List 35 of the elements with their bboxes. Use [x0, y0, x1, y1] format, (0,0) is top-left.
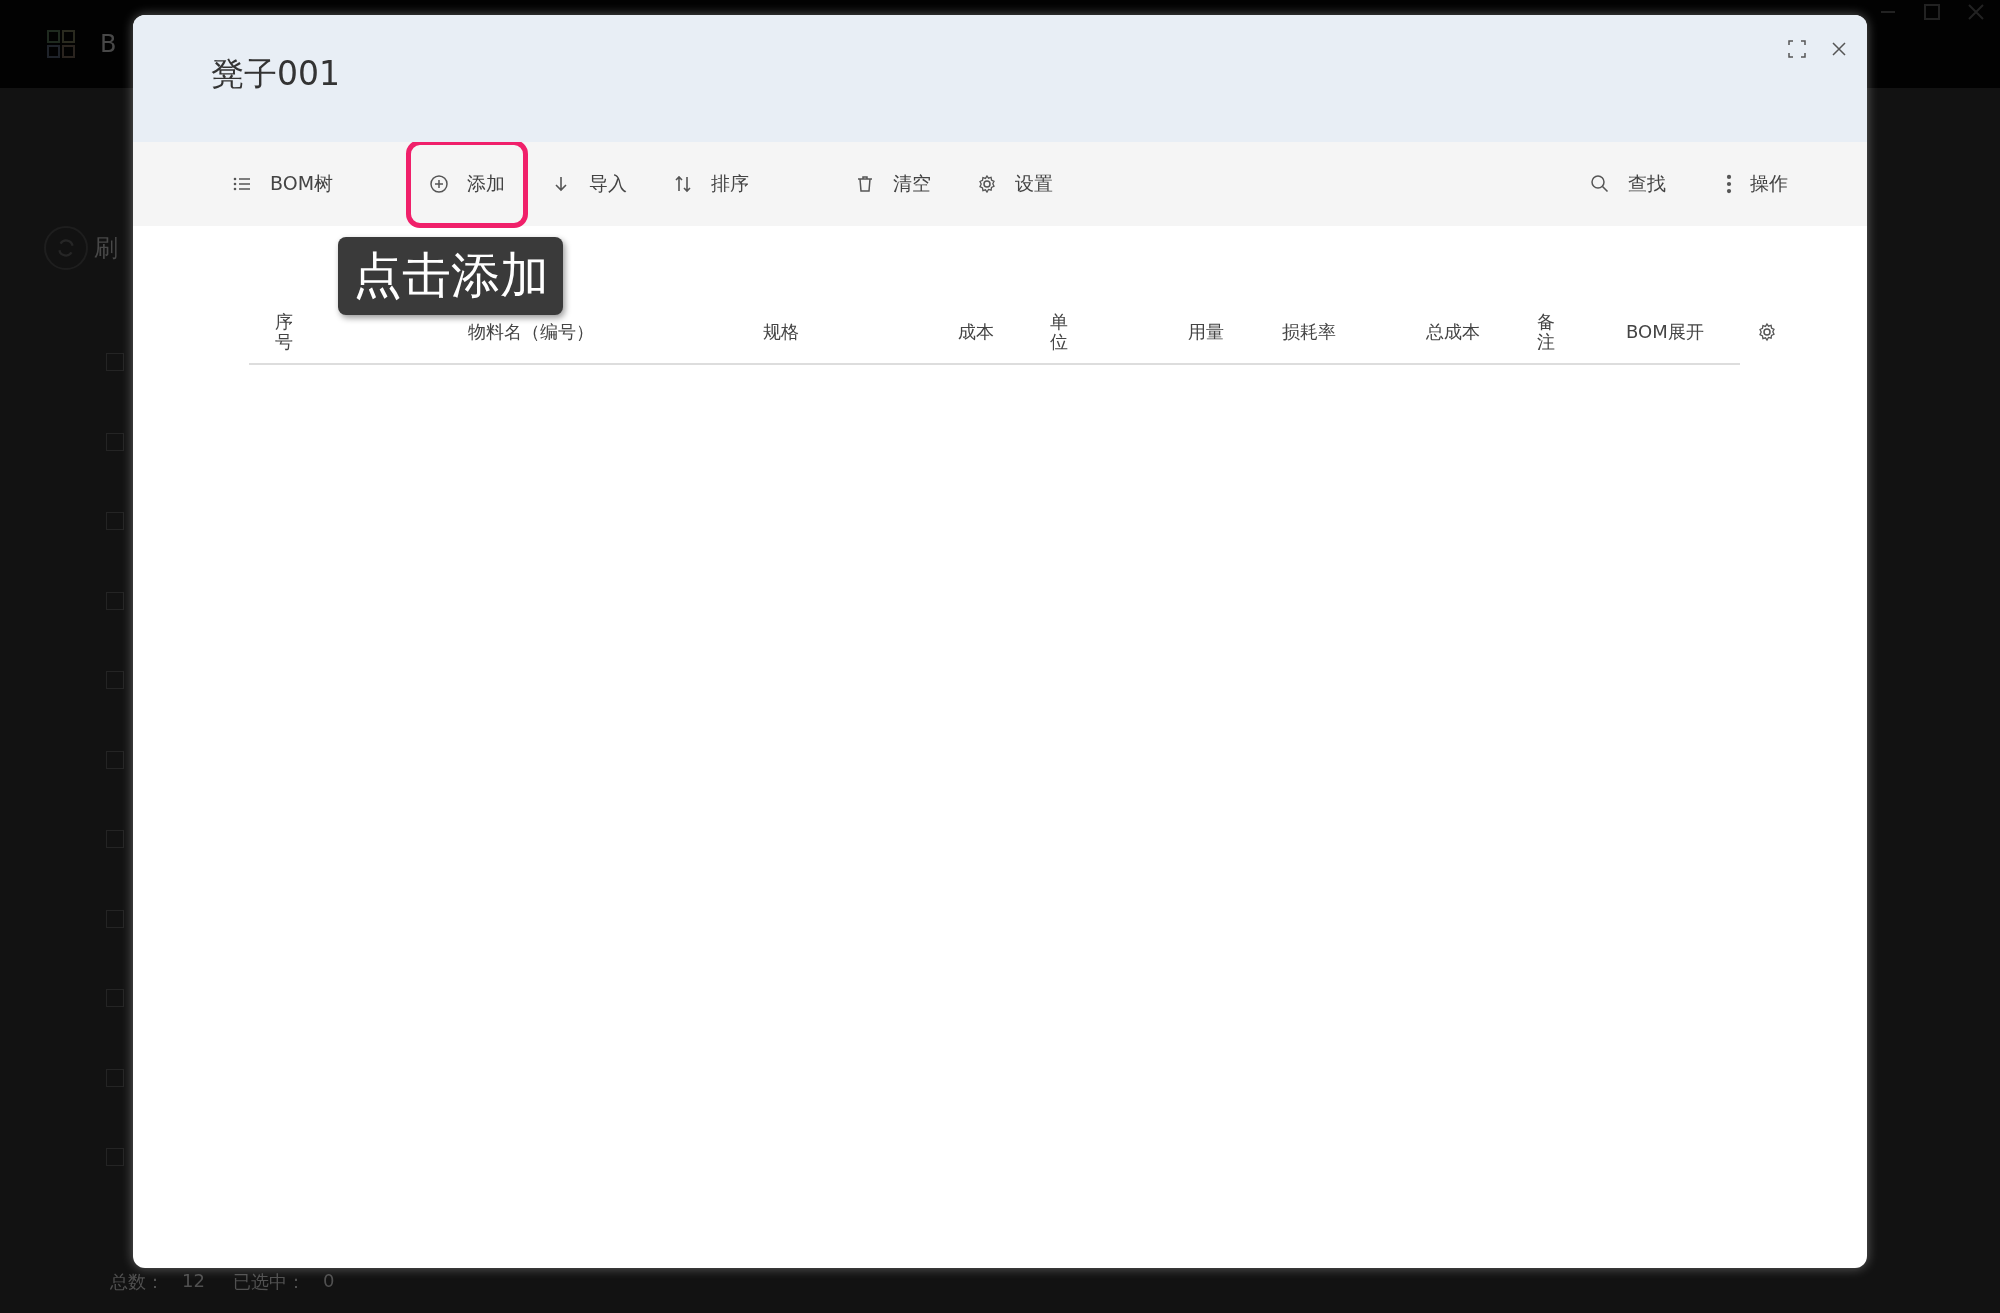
- toolbar-button[interactable]: 添加: [406, 140, 529, 228]
- logo-icon: [46, 29, 76, 59]
- tooltip: 点击添加: [338, 237, 563, 315]
- count-value: 0: [322, 1270, 335, 1293]
- column-header: 物料名（编号）: [468, 320, 594, 342]
- gear-icon[interactable]: [1757, 322, 1777, 342]
- fullscreen-button[interactable]: [1787, 39, 1807, 59]
- toolbar-button[interactable]: BOM树: [209, 140, 357, 228]
- column-header: 总成本: [1426, 320, 1480, 342]
- column-header: 规格: [763, 320, 799, 342]
- toolbar-button[interactable]: 导入: [528, 140, 651, 228]
- column-header: BOM展开: [1626, 320, 1704, 342]
- count-value: 12: [182, 1270, 205, 1293]
- toolbar-button[interactable]: 清空: [832, 140, 955, 228]
- gear-icon: [977, 174, 998, 194]
- column-header: 用量: [1188, 320, 1224, 342]
- column-header: 单位: [1050, 311, 1068, 352]
- sort-arrows-icon: [673, 174, 694, 194]
- column-header: 序号: [275, 311, 293, 352]
- more-icon: [1726, 174, 1732, 194]
- column-header: 备注: [1537, 311, 1555, 352]
- toolbar-button[interactable]: 设置: [954, 140, 1077, 228]
- maximize-icon[interactable]: [1922, 2, 1942, 22]
- app-name: B: [100, 30, 117, 58]
- toolbar-button[interactable]: 查找: [1567, 140, 1689, 228]
- count-label: 已选中：: [232, 1270, 305, 1294]
- plus-circle-icon: [429, 174, 450, 194]
- close-icon[interactable]: [1966, 2, 1986, 22]
- search-icon: [1590, 174, 1610, 194]
- toolbar-button[interactable]: 操作: [1703, 140, 1811, 228]
- column-header: 损耗率: [1282, 320, 1336, 342]
- column-header: 成本: [958, 320, 994, 342]
- dialog-title: 凳子001: [211, 53, 340, 95]
- toolbar-button[interactable]: 排序: [650, 140, 773, 228]
- count-label: 总数：: [110, 1270, 164, 1294]
